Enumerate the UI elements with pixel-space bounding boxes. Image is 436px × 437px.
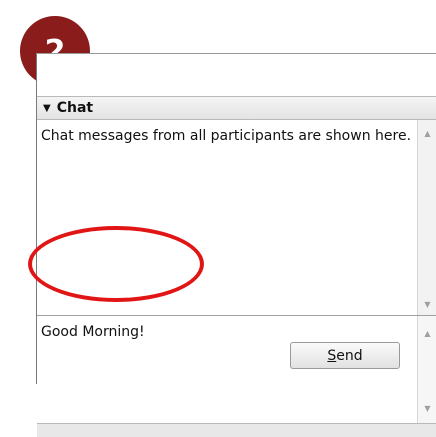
send-button[interactable]: Send	[290, 342, 400, 369]
chat-bottom-bar	[37, 424, 436, 437]
scroll-up-arrow-icon[interactable]: ▲	[418, 324, 436, 342]
input-scrollbar[interactable]: ▲ ▼	[417, 316, 436, 423]
chevron-down-icon[interactable]: ▼	[43, 103, 51, 114]
send-button-label: end	[336, 347, 363, 364]
send-accelerator-letter: S	[327, 347, 337, 364]
chat-input-value: Good Morning!	[41, 324, 145, 340]
chat-panel: ▼ Chat Chat messages from all participan…	[36, 53, 436, 437]
panel-top-area	[37, 54, 436, 96]
chat-section-header[interactable]: ▼ Chat	[37, 96, 436, 120]
scroll-down-arrow-icon[interactable]: ▼	[418, 399, 436, 417]
messages-scrollbar[interactable]: ▲ ▼	[417, 120, 436, 315]
scroll-down-arrow-icon[interactable]: ▼	[418, 295, 436, 313]
chat-messages-text: Chat messages from all participants are …	[41, 128, 412, 144]
chat-messages-area[interactable]: Chat messages from all participants are …	[37, 120, 436, 316]
chat-input-field[interactable]: Good Morning! ▲ ▼	[37, 316, 436, 424]
scroll-up-arrow-icon[interactable]: ▲	[418, 124, 436, 142]
chat-header-label: Chat	[56, 100, 94, 116]
